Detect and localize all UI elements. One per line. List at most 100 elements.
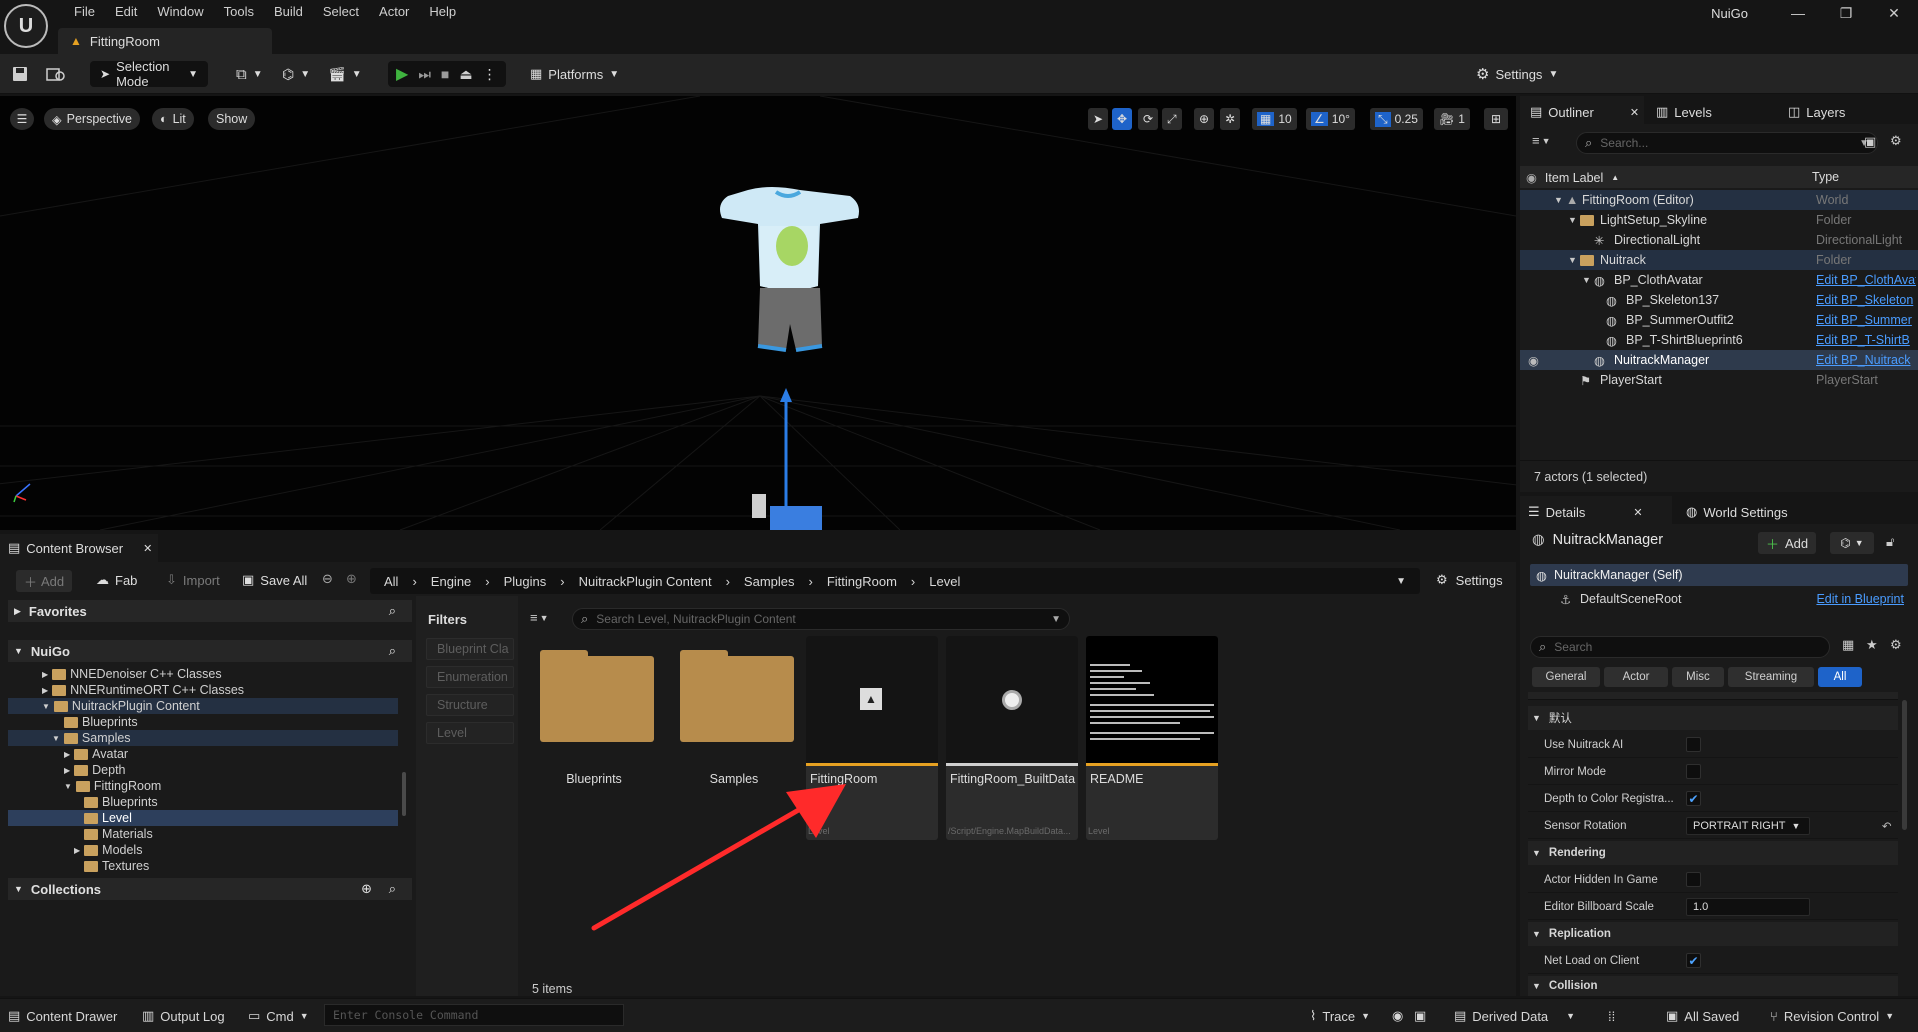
camera-record-icon[interactable]: ▣ (1414, 1008, 1426, 1024)
outliner-row-actor[interactable]: ◍ BP_SummerOutfit2 Edit BP_Summer (1520, 310, 1918, 330)
menu-build[interactable]: Build (264, 0, 313, 24)
breadcrumb-item[interactable]: All (384, 574, 398, 589)
add-actor-button[interactable]: ⧉ ▼ (236, 61, 263, 87)
asset-filter-button[interactable]: ≡ ▼ (530, 610, 549, 625)
sensor-rotation-dropdown[interactable]: PORTRAIT RIGHT ▼ (1686, 816, 1810, 835)
tree-item[interactable]: ▶ Models (8, 842, 398, 858)
section-collision[interactable]: ▼ Collision (1528, 976, 1898, 996)
outliner-row-folder[interactable]: ▼ Nuitrack Folder (1520, 250, 1918, 270)
filter-tab-actor[interactable]: Actor (1604, 667, 1668, 687)
stats-icon[interactable]: ⁞⁞ (1608, 1008, 1615, 1024)
filter-tab-misc[interactable]: Misc (1672, 667, 1724, 687)
tree-item[interactable]: ▶ NNEDenoiser C++ Classes (8, 666, 398, 682)
outliner-row-folder[interactable]: ▼ LightSetup_Skyline Folder (1520, 210, 1918, 230)
tree-item[interactable]: ▶ Avatar (8, 746, 398, 762)
viewport-menu-icon[interactable]: ☰ (10, 108, 34, 130)
more-options-icon[interactable]: ⋮ (483, 66, 497, 83)
browse-icon[interactable] (46, 61, 66, 87)
show-button[interactable]: Show (208, 108, 256, 130)
col-type[interactable]: Type (1812, 170, 1839, 184)
use-nuitrack-ai-checkbox[interactable] (1686, 737, 1701, 752)
breadcrumb-item[interactable]: NuitrackPlugin Content (579, 574, 712, 589)
content-drawer-button[interactable]: ▤ Content Drawer (8, 1008, 117, 1024)
close-icon[interactable]: ✕ (1633, 506, 1642, 519)
save-icon[interactable] (12, 61, 28, 87)
section-replication[interactable]: ▼ Replication (1528, 922, 1898, 946)
menu-help[interactable]: Help (419, 0, 466, 24)
tree-item[interactable]: Blueprints (8, 714, 398, 730)
net-load-checkbox[interactable]: ✔ (1686, 953, 1701, 968)
save-all-button[interactable]: ▣ Save All (242, 572, 307, 588)
tree-item[interactable]: Materials (8, 826, 398, 842)
outliner-row-actor[interactable]: ⚑ PlayerStart PlayerStart (1520, 370, 1918, 390)
table-view-icon[interactable]: ▦ (1842, 637, 1854, 653)
favorites-header[interactable]: ▶ Favorites ⌕ (8, 600, 412, 622)
filter-level[interactable]: Level (426, 722, 514, 744)
tree-item[interactable]: Blueprints (8, 794, 398, 810)
rotate-tool-icon[interactable]: ⟳ (1138, 108, 1159, 130)
cb-settings-button[interactable]: ⚙ Settings (1436, 572, 1503, 588)
world-space-icon[interactable]: ⊕ (1194, 108, 1215, 130)
search-icon[interactable]: ⌕ (389, 643, 396, 659)
tree-item[interactable]: ▼ FittingRoom (8, 778, 398, 794)
tree-scrollbar[interactable] (402, 772, 406, 816)
component-root-row[interactable]: ⚓︎ DefaultSceneRoot Edit in Blueprint (1530, 588, 1908, 610)
minimize-icon[interactable]: — (1774, 0, 1822, 26)
menu-window[interactable]: Window (147, 0, 213, 24)
tab-content-browser[interactable]: ▤ Content Browser ✕ (8, 534, 152, 562)
breadcrumb-item[interactable]: Plugins (504, 574, 547, 589)
section-default[interactable]: ▼ 默认 (1528, 706, 1898, 730)
actor-hidden-checkbox[interactable] (1686, 872, 1701, 887)
breadcrumb-item[interactable]: FittingRoom (827, 574, 897, 589)
menu-actor[interactable]: Actor (369, 0, 419, 24)
tree-item-selected[interactable]: Level (8, 810, 398, 826)
forward-icon[interactable]: ⊕ (346, 571, 357, 587)
output-log-button[interactable]: ▥ Output Log (142, 1008, 225, 1024)
details-scrollbar[interactable] (1902, 700, 1907, 830)
record-icon[interactable]: ◉ (1392, 1008, 1403, 1024)
menu-tools[interactable]: Tools (214, 0, 264, 24)
star-icon[interactable]: ★ (1866, 637, 1878, 653)
console-input[interactable]: Enter Console Command (324, 1004, 624, 1026)
blueprint-button[interactable]: ⌬ ▼ (282, 61, 310, 87)
gear-icon[interactable]: ⚙ (1890, 133, 1902, 149)
section-rendering[interactable]: ▼ Rendering (1528, 841, 1898, 865)
close-icon[interactable]: ✕ (1870, 0, 1918, 26)
cmd-dropdown[interactable]: ▭ Cmd ▼ (248, 1008, 309, 1024)
outliner-row-selected[interactable]: ◉ ◍ NuitrackManager Edit BP_Nuitrack (1520, 350, 1918, 370)
rotation-snap-toggle[interactable]: ∠ 10° (1306, 108, 1355, 130)
details-search-input[interactable]: ⌕ Search (1530, 636, 1830, 658)
add-collection-icon[interactable]: ⊕ (361, 881, 372, 897)
reset-icon[interactable]: ↶ (1882, 819, 1892, 833)
tab-layers[interactable]: ◫ Layers (1788, 98, 1845, 126)
tree-item[interactable]: ▼ Samples (8, 730, 398, 746)
tab-world-settings[interactable]: ◍ World Settings (1686, 498, 1788, 526)
edit-in-blueprint-link[interactable]: Edit in Blueprint (1816, 592, 1904, 606)
breadcrumb-item[interactable]: Engine (431, 574, 471, 589)
lock-icon[interactable]: 🔓︎ (1886, 534, 1894, 550)
gear-icon[interactable]: ⚙ (1890, 637, 1902, 653)
outliner-row-actor[interactable]: ◍ BP_T-ShirtBlueprint6 Edit BP_T-ShirtB (1520, 330, 1918, 350)
filter-tab-general[interactable]: General (1532, 667, 1600, 687)
asset-builtdata[interactable]: FittingRoom_BuiltData /Script/Engine.Map… (946, 636, 1078, 840)
derived-data-button[interactable]: ▤ Derived Data ▼ (1454, 1008, 1575, 1024)
menu-file[interactable]: File (64, 0, 105, 24)
filter-tab-streaming[interactable]: Streaming (1728, 667, 1814, 687)
settings-button[interactable]: ⚙ Settings ▼ (1476, 61, 1558, 87)
add-component-button[interactable]: ＋ Add (1758, 532, 1817, 554)
perspective-button[interactable]: ◈ Perspective (44, 108, 140, 130)
tree-item[interactable]: ▼ NuitrackPlugin Content (8, 698, 398, 714)
revision-control-button[interactable]: ⑂ Revision Control ▼ (1770, 1008, 1894, 1024)
cb-add-button[interactable]: ＋ Add (16, 570, 73, 592)
filter-structure[interactable]: Structure (426, 694, 514, 716)
outliner-search-input[interactable]: ⌕ Search... ▼ (1576, 132, 1878, 154)
collections-header[interactable]: ▼ Collections ⊕ ⌕ (8, 878, 412, 900)
surface-snap-icon[interactable]: ✲ (1220, 108, 1241, 130)
tab-outliner[interactable]: ▤ Outliner ✕ (1530, 98, 1639, 126)
move-tool-icon[interactable]: ✥ (1112, 108, 1133, 130)
tab-levels[interactable]: ▥ Levels (1656, 98, 1712, 126)
menu-edit[interactable]: Edit (105, 0, 147, 24)
outliner-row-actor[interactable]: ✳ DirectionalLight DirectionalLight (1520, 230, 1918, 250)
stop-icon[interactable]: ■ (441, 66, 449, 82)
select-tool-icon[interactable]: ➤ (1088, 108, 1109, 130)
